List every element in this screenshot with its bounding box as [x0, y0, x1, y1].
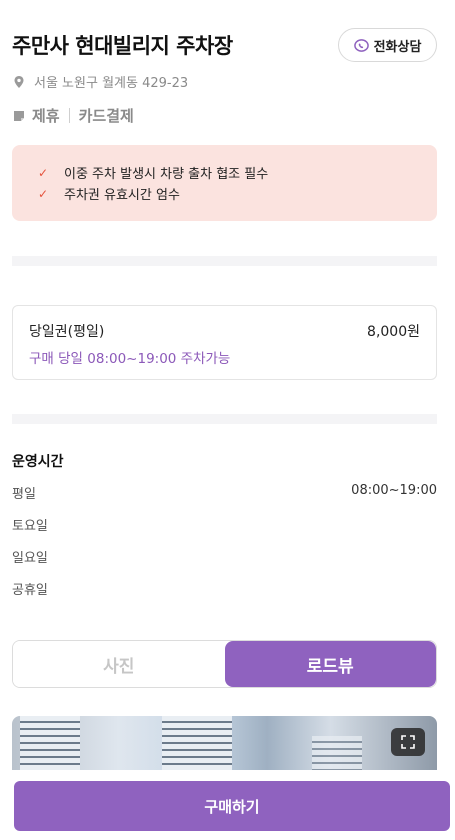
- tab-roadview[interactable]: 로드뷰: [224, 641, 436, 687]
- notice-text: 이중 주차 발생시 차량 출차 협조 필수: [64, 167, 269, 182]
- ticket-card[interactable]: 당일권(평일) 8,000원 구매 당일 08:00~19:00 주차가능: [12, 305, 437, 380]
- tag-icon: [14, 110, 24, 121]
- hours-row-holiday: 공휴일: [12, 579, 437, 598]
- hours-day: 일요일: [12, 551, 48, 566]
- ticket-description: 구매 당일 08:00~19:00 주차가능: [29, 351, 231, 367]
- section-divider: [12, 414, 437, 424]
- address-text: 서울 노원구 월계동 429-23: [34, 76, 189, 91]
- ticket-name: 당일권(평일): [29, 324, 105, 340]
- tag-card-payment: 카드결제: [78, 107, 134, 125]
- hours-time: 08:00~19:00: [351, 483, 437, 498]
- expand-icon: [401, 735, 415, 749]
- ticket-price: 8,000원: [367, 324, 420, 340]
- tag-divider: [68, 108, 70, 123]
- notice-box: ✓ 이중 주차 발생시 차량 출차 협조 필수 ✓ 주차권 유효시간 엄수: [12, 145, 437, 221]
- view-toggle: 사진 로드뷰: [12, 640, 437, 688]
- phone-consult-button[interactable]: 전화상담: [338, 28, 437, 62]
- hours-row-sunday: 일요일: [12, 547, 437, 566]
- tags-row: 제휴 카드결제: [12, 105, 134, 126]
- notice-text: 주차권 유효시간 엄수: [64, 188, 180, 203]
- tag-partner: 제휴: [32, 107, 60, 125]
- tab-photo[interactable]: 사진: [13, 641, 225, 687]
- notice-item: ✓ 주차권 유효시간 엄수: [38, 183, 437, 204]
- location-pin-icon: [14, 75, 24, 88]
- purchase-button[interactable]: 구매하기: [14, 781, 450, 831]
- page-title: 주만사 현대빌리지 주차장: [12, 34, 233, 58]
- hours-day: 평일: [12, 487, 36, 502]
- section-divider: [12, 256, 437, 266]
- phone-consult-label: 전화상담: [373, 39, 422, 55]
- hours-row-saturday: 토요일: [12, 515, 437, 534]
- address-row: 서울 노원구 월계동 429-23: [12, 72, 188, 91]
- notice-item: ✓ 이중 주차 발생시 차량 출차 협조 필수: [38, 162, 437, 183]
- operating-hours-title: 운영시간: [12, 454, 64, 470]
- check-icon: ✓: [38, 165, 49, 180]
- expand-button[interactable]: [391, 728, 425, 756]
- chat-phone-icon: [353, 38, 369, 52]
- hours-row-weekday: 평일 08:00~19:00: [12, 483, 437, 502]
- hours-day: 공휴일: [12, 583, 48, 598]
- check-icon: ✓: [38, 186, 49, 201]
- hours-day: 토요일: [12, 519, 48, 534]
